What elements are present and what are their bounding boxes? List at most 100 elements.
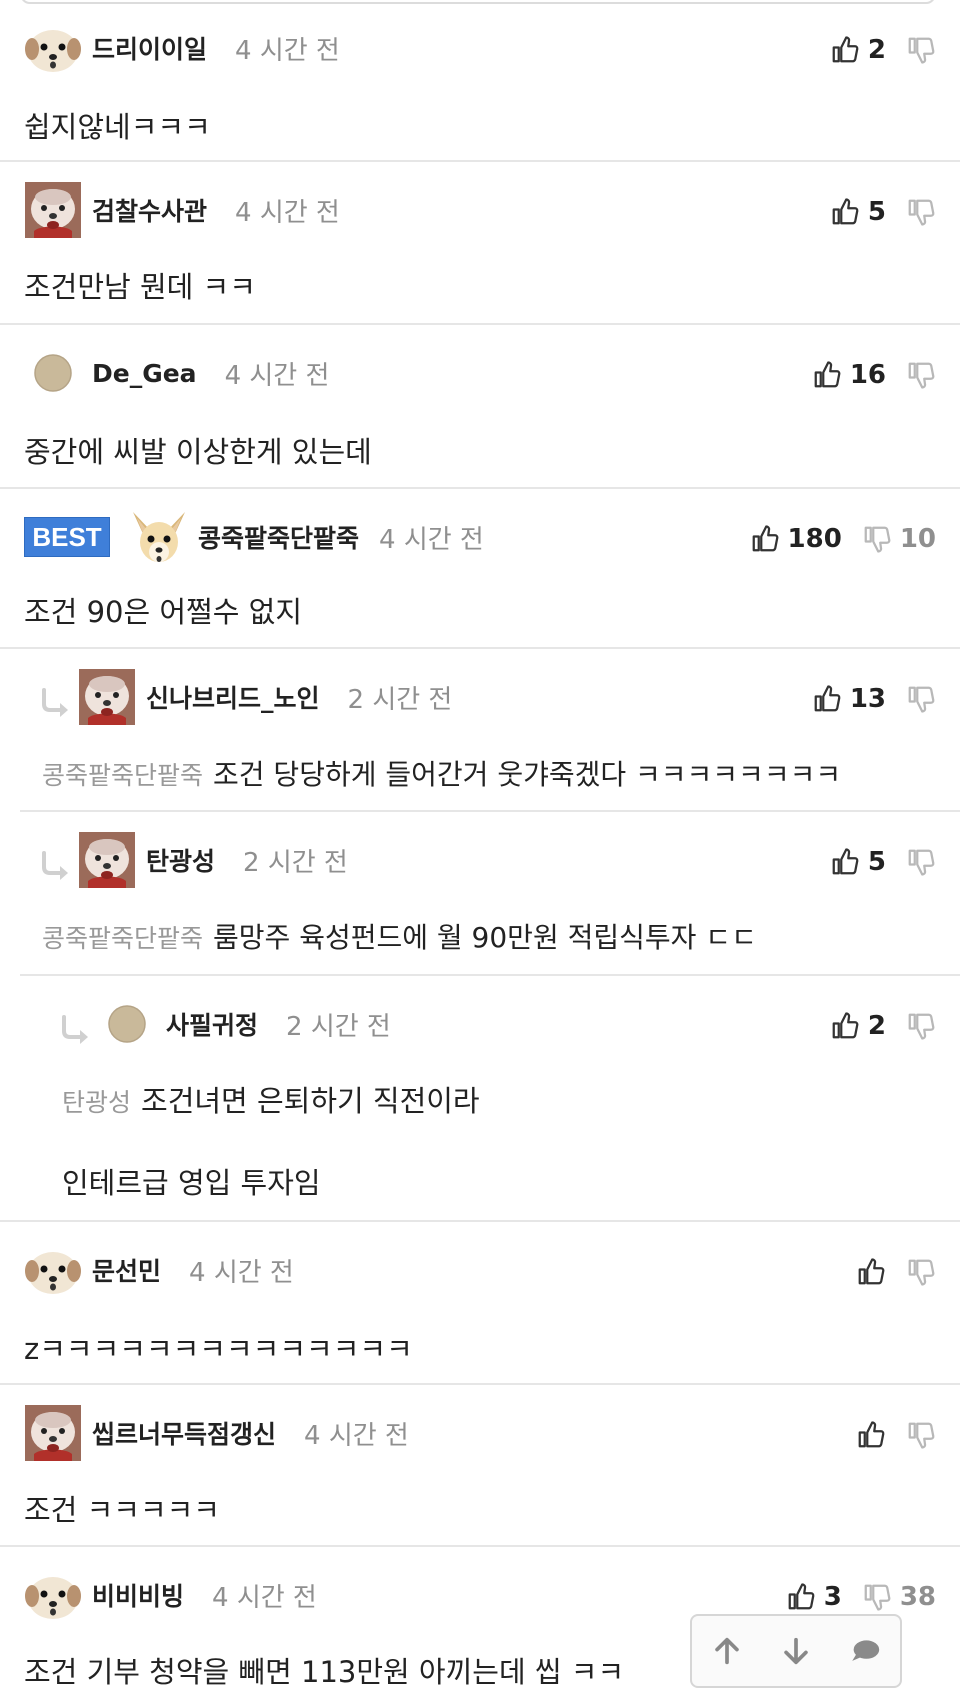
thumbs-up-icon	[856, 1420, 886, 1450]
thumbs-up-icon	[830, 197, 860, 227]
comment-text: 쉽지않네ㅋㅋㅋ	[24, 110, 211, 144]
arrow-up-icon[interactable]	[710, 1634, 744, 1668]
comment-nickname[interactable]: 비비비빙	[92, 1577, 184, 1613]
like-button[interactable]: 5	[830, 197, 886, 227]
comment-item: 드리이이일 4 시간 전 2 쉽지않네ㅋㅋㅋ	[0, 0, 960, 162]
comment-text-line2: 인테르급 영입 투자임	[62, 1166, 321, 1200]
comment-time: 4 시간 전	[224, 360, 330, 391]
comment-nickname[interactable]: De_Gea	[92, 359, 197, 388]
thumbs-down-icon	[906, 847, 936, 877]
comment-item: 검찰수사관 4 시간 전 5 조건만남 뭔데 ㅋㅋ	[0, 162, 960, 325]
like-button[interactable]: 16	[812, 360, 886, 390]
comment-time: 4 시간 전	[379, 524, 484, 555]
like-count: 5	[867, 847, 886, 877]
comment-text: 탄광성 조건녀면 은퇴하기 직전이라	[62, 1078, 480, 1120]
comment-time: 4 시간 전	[235, 197, 340, 228]
comment-text: 콩죽팥죽단팥죽 조건 당당하게 들어간거 웃갸죽겠다 ㅋㅋㅋㅋㅋㅋㅋㅋ	[42, 753, 841, 793]
thumbs-up-icon	[812, 360, 842, 390]
dog-red-collar-avatar[interactable]	[78, 668, 136, 726]
comment-nickname[interactable]: 신나브리드_노인	[146, 679, 320, 715]
comment-item: 문선민 4 시간 전 zㅋㅋㅋㅋㅋㅋㅋㅋㅋㅋㅋㅋㅋㅋ	[0, 1222, 960, 1385]
thumbs-down-icon	[906, 1257, 936, 1287]
like-count: 2	[867, 1011, 886, 1041]
arrow-down-icon[interactable]	[779, 1634, 813, 1668]
mention-nickname[interactable]: 탄광성	[62, 1088, 131, 1117]
thumbs-down-icon	[862, 1582, 892, 1612]
dislike-count: 38	[899, 1582, 936, 1612]
comment-text-body: 조건녀면 은퇴하기 직전이라	[141, 1084, 480, 1118]
best-comment-item: BEST 콩죽팥죽단팥죽 4 시간 전 180 10 조건 90은 어쩔수 없지	[0, 489, 960, 649]
comment-text: zㅋㅋㅋㅋㅋㅋㅋㅋㅋㅋㅋㅋㅋㅋ	[24, 1332, 413, 1366]
thumbs-down-icon	[862, 524, 892, 554]
like-count: 13	[849, 684, 886, 714]
thumbs-down-icon	[906, 197, 936, 227]
comment-nickname[interactable]: 드리이이일	[92, 30, 207, 66]
like-count: 16	[849, 360, 886, 390]
comment-nickname[interactable]: 콩죽팥죽단팥죽	[198, 519, 359, 555]
thumbs-down-icon	[906, 35, 936, 65]
comment-text: 조건 ㅋㅋㅋㅋㅋ	[24, 1493, 220, 1527]
like-button[interactable]: 13	[812, 684, 886, 714]
thumbs-down-icon	[906, 684, 936, 714]
dog-red-collar-avatar[interactable]	[24, 181, 82, 239]
comment-time: 2 시간 전	[243, 847, 348, 878]
dog-face-avatar[interactable]	[24, 19, 82, 77]
thumbs-up-icon	[786, 1582, 816, 1612]
dislike-button[interactable]	[906, 35, 936, 65]
like-button[interactable]: 3	[786, 1582, 842, 1612]
dislike-button[interactable]	[906, 360, 936, 390]
like-count: 180	[787, 524, 842, 554]
dislike-button[interactable]	[906, 1257, 936, 1287]
dislike-button[interactable]	[906, 847, 936, 877]
comment-time: 4 시간 전	[235, 35, 340, 66]
like-button[interactable]: 5	[830, 847, 886, 877]
comment-nickname[interactable]: 문선민	[92, 1252, 161, 1288]
comment-nickname[interactable]: 사필귀정	[166, 1006, 258, 1042]
dislike-button[interactable]	[906, 684, 936, 714]
comment-text-body: 룸망주 육성펀드에 월 90만원 적립식투자 ㄷㄷ	[213, 921, 757, 954]
comment-time: 4 시간 전	[304, 1420, 409, 1451]
dog-face-avatar[interactable]	[24, 1566, 82, 1624]
thumbs-up-icon	[830, 847, 860, 877]
reply-comment-item: 신나브리드_노인 2 시간 전 13 콩죽팥죽단팥죽 조건 당당하게 들어간거 웃…	[0, 649, 960, 812]
thumbs-up-icon	[830, 35, 860, 65]
like-count: 2	[867, 35, 886, 65]
like-button[interactable]: 180	[750, 524, 842, 554]
reply-arrow-icon	[58, 1015, 94, 1047]
like-button[interactable]: 2	[830, 1011, 886, 1041]
comment-text-body: 조건 당당하게 들어간거 웃갸죽겠다 ㅋㅋㅋㅋㅋㅋㅋㅋ	[213, 758, 842, 791]
best-badge: BEST	[24, 517, 110, 557]
dislike-button[interactable]	[906, 197, 936, 227]
dog-red-collar-avatar[interactable]	[78, 831, 136, 889]
reply-arrow-icon	[38, 851, 74, 883]
comment-item: 씹르너무득점갱신 4 시간 전 조건 ㅋㅋㅋㅋㅋ	[0, 1385, 960, 1547]
thumbs-up-icon	[812, 684, 842, 714]
dislike-count: 10	[899, 524, 936, 554]
chat-bubble-icon[interactable]	[848, 1634, 882, 1668]
thumbs-down-icon	[906, 1011, 936, 1041]
like-button[interactable]: 2	[830, 35, 886, 65]
circle-avatar[interactable]	[98, 995, 156, 1053]
reply-comment-item: 사필귀정 2 시간 전 2 탄광성 조건녀면 은퇴하기 직전이라 인테르급 영입 …	[0, 976, 960, 1222]
chihuahua-avatar[interactable]	[130, 508, 188, 566]
circle-avatar[interactable]	[24, 344, 82, 402]
like-button[interactable]	[856, 1257, 886, 1287]
reply-comment-item: 탄광성 2 시간 전 5 콩죽팥죽단팥죽 룸망주 육성펀드에 월 90만원 적립식…	[0, 812, 960, 976]
mention-nickname[interactable]: 콩죽팥죽단팥죽	[42, 761, 203, 790]
dislike-button[interactable]: 10	[862, 524, 936, 554]
mention-nickname[interactable]: 콩죽팥죽단팥죽	[42, 924, 203, 953]
comment-nickname[interactable]: 씹르너무득점갱신	[92, 1415, 276, 1451]
dislike-button[interactable]	[906, 1420, 936, 1450]
like-button[interactable]	[856, 1420, 886, 1450]
comment-nickname[interactable]: 탄광성	[146, 842, 215, 878]
dog-red-collar-avatar[interactable]	[24, 1404, 82, 1462]
comment-text: 조건 90은 어쩔수 없지	[24, 595, 302, 629]
thumbs-down-icon	[906, 1420, 936, 1450]
comment-time: 2 시간 전	[286, 1011, 391, 1042]
dislike-button[interactable]: 38	[862, 1582, 936, 1612]
comment-nickname[interactable]: 검찰수사관	[92, 192, 207, 228]
dog-face-avatar[interactable]	[24, 1241, 82, 1299]
dislike-button[interactable]	[906, 1011, 936, 1041]
comment-text: 조건 기부 청약을 빼면 113만원 아끼는데 씹 ㅋㅋ	[24, 1655, 625, 1689]
thumbs-up-icon	[750, 524, 780, 554]
